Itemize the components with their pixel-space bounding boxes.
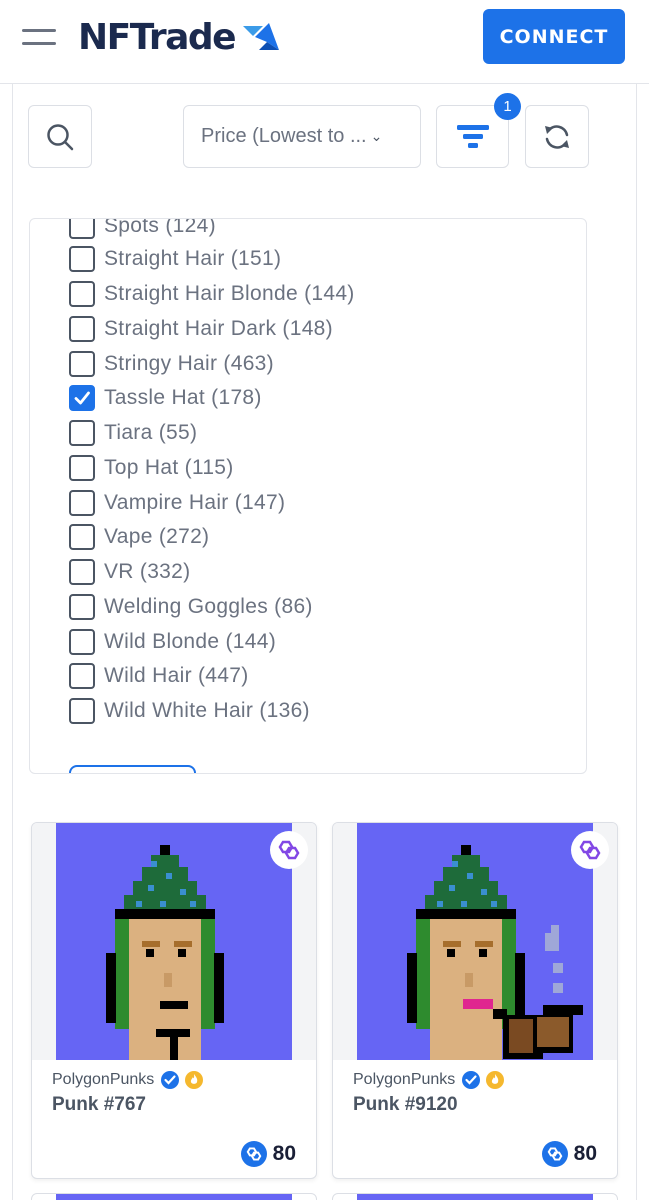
- chevron-down-icon: ⌄: [370, 128, 383, 144]
- verified-badge-icon: [462, 1071, 481, 1089]
- filter-option-label: Straight Hair (151): [104, 247, 282, 270]
- checkbox[interactable]: [69, 663, 95, 689]
- filter-option[interactable]: Straight Hair Dark (148): [69, 314, 333, 344]
- punk-image: [407, 845, 583, 1060]
- attribute-filter-list[interactable]: Spots (124) Straight Hair (151) Straight…: [29, 218, 587, 774]
- collection-name[interactable]: PolygonPunks: [52, 1071, 154, 1089]
- checkbox-checked[interactable]: [69, 385, 95, 411]
- checkbox[interactable]: [69, 351, 95, 377]
- filter-option[interactable]: Tassle Hat (178): [69, 383, 262, 413]
- menu-icon[interactable]: [22, 26, 56, 48]
- checkbox[interactable]: [69, 594, 95, 620]
- logo-mark-icon: [243, 23, 280, 50]
- filter-option[interactable]: Wild White Hair (136): [69, 696, 310, 726]
- logo[interactable]: NFTrade: [78, 14, 281, 60]
- filter-option-label: Spots (124): [104, 218, 216, 237]
- nft-image: [56, 1194, 292, 1200]
- top-bar: NFTrade CONNECT: [0, 0, 649, 84]
- filter-option-label: Welding Goggles (86): [104, 595, 313, 618]
- logo-text: NFTrade: [78, 16, 237, 58]
- polygon-currency-icon: [541, 1141, 568, 1167]
- filter-option[interactable]: Top Hat (115): [69, 453, 234, 483]
- filter-count-badge: 1: [494, 93, 521, 120]
- refresh-button[interactable]: [525, 105, 589, 168]
- filter-option[interactable]: Vape (272): [69, 522, 209, 552]
- search-button[interactable]: [28, 105, 92, 168]
- filter-option[interactable]: Straight Hair (151): [69, 244, 281, 274]
- filter-option-label: Stringy Hair (463): [104, 352, 274, 375]
- filter-option[interactable]: Vampire Hair (147): [69, 488, 285, 518]
- checkbox[interactable]: [69, 455, 95, 481]
- filter-option-label: Wild Hair (447): [104, 664, 249, 687]
- verified-badge-icon: [161, 1071, 180, 1089]
- sort-select[interactable]: Price (Lowest to ... ⌄: [183, 105, 421, 168]
- checkbox[interactable]: [69, 629, 95, 655]
- nft-image: [357, 1194, 593, 1200]
- price-value: 80: [272, 1142, 296, 1165]
- filter-option[interactable]: Tiara (55): [69, 418, 197, 448]
- filter-option-label: Vampire Hair (147): [104, 491, 286, 514]
- checkbox[interactable]: [69, 316, 95, 342]
- token-name: Punk #9120: [353, 1094, 458, 1115]
- filter-option-label: Tassle Hat (178): [104, 386, 262, 409]
- filter-option-label: Wild White Hair (136): [104, 699, 310, 722]
- filter-icon: [456, 124, 489, 148]
- checkbox[interactable]: [69, 490, 95, 516]
- nft-image-frame: [32, 823, 316, 1060]
- collection-name[interactable]: PolygonPunks: [353, 1071, 455, 1089]
- filter-option-label: VR (332): [104, 560, 191, 583]
- price-tag: 80: [541, 1141, 597, 1167]
- filter-option-label: Top Hat (115): [104, 456, 234, 479]
- price-value: 80: [573, 1142, 597, 1165]
- checkbox[interactable]: [69, 420, 95, 446]
- page-border-right: [636, 84, 637, 1200]
- filter-option[interactable]: Wild Hair (447): [69, 661, 249, 691]
- checkmark-icon: [74, 391, 90, 405]
- checkbox[interactable]: [69, 524, 95, 550]
- nft-card[interactable]: PolygonPunks Punk #9120 80: [332, 822, 618, 1179]
- polygon-icon: [571, 831, 609, 869]
- flame-icon: [486, 1071, 505, 1089]
- page-border-left: [12, 84, 13, 1200]
- filter-option[interactable]: Wild Blonde (144): [69, 627, 276, 657]
- filter-option[interactable]: Straight Hair Blonde (144): [69, 279, 355, 309]
- refresh-icon: [545, 124, 569, 149]
- filter-option-label: Wild Blonde (144): [104, 630, 277, 653]
- sort-select-value: Price (Lowest to ...: [201, 125, 367, 147]
- nft-card[interactable]: PolygonPunks Punk #767 80: [31, 822, 317, 1179]
- connect-button[interactable]: CONNECT: [483, 9, 625, 64]
- checkbox[interactable]: [69, 698, 95, 724]
- collection-name-row: PolygonPunks: [52, 1070, 204, 1090]
- nft-card[interactable]: [332, 1193, 618, 1200]
- filter-option[interactable]: VR (332): [69, 557, 190, 587]
- nft-card[interactable]: [31, 1193, 317, 1200]
- filter-option-label: Straight Hair Blonde (144): [104, 282, 355, 305]
- checkbox[interactable]: [69, 559, 95, 585]
- search-icon: [47, 123, 74, 150]
- flame-icon: [185, 1071, 204, 1089]
- checkbox[interactable]: [69, 281, 95, 307]
- polygon-currency-icon: [240, 1141, 267, 1167]
- checkbox[interactable]: [69, 219, 95, 239]
- checkbox[interactable]: [69, 246, 95, 272]
- filter-option-label: Tiara (55): [104, 421, 198, 444]
- filter-option-label: Straight Hair Dark (148): [104, 317, 333, 340]
- filter-option[interactable]: Stringy Hair (463): [69, 349, 274, 379]
- filter-option-label: Vape (272): [104, 525, 210, 548]
- filter-panel-button[interactable]: [69, 765, 196, 773]
- collection-name-row: PolygonPunks: [353, 1070, 505, 1090]
- filter-option[interactable]: Welding Goggles (86): [69, 592, 313, 622]
- punk-image: [106, 845, 224, 1060]
- nft-image: [56, 823, 292, 1060]
- price-tag: 80: [240, 1141, 296, 1167]
- token-name: Punk #767: [52, 1094, 146, 1115]
- polygon-icon: [270, 831, 308, 869]
- nft-image-frame: [333, 823, 617, 1060]
- nft-image: [357, 823, 593, 1060]
- filter-option[interactable]: Spots (124): [69, 218, 216, 241]
